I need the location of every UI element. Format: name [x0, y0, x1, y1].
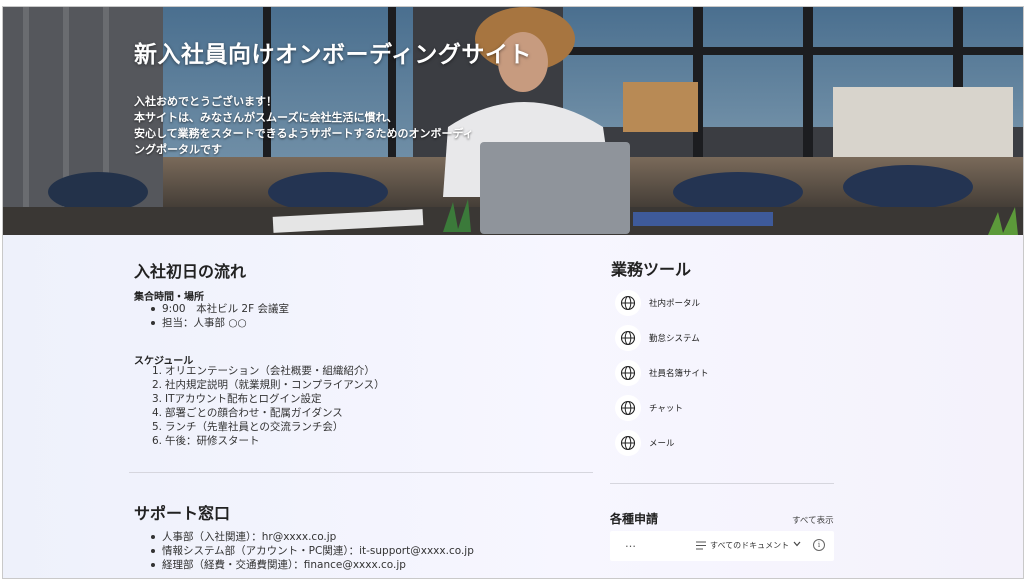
hero-banner: 新入社員向けオンボーディングサイト 入社おめでとうございます！ 本サイトは、みな…	[3, 7, 1023, 235]
list-item: 6. 午後：研修スタート	[152, 435, 260, 447]
section-divider	[129, 472, 593, 473]
page-frame: 新入社員向けオンボーディングサイト 入社おめでとうございます！ 本サイトは、みな…	[2, 6, 1024, 579]
filter-lines-icon	[696, 541, 706, 550]
globe-icon	[615, 360, 641, 386]
tool-link-attendance[interactable]: 勤怠システム	[615, 325, 700, 351]
schedule-list: 1. オリエンテーション（会社概要・組織紹介） 2. 社内規定説明（就業規則・コンプ…	[152, 364, 385, 448]
hero-description-line: 入社おめでとうございます！	[134, 95, 277, 108]
meeting-label: 集合時間・場所	[134, 292, 204, 303]
globe-icon	[615, 290, 641, 316]
list-item: 担当：人事部 ○○	[148, 316, 289, 330]
list-item: 2. 社内規定説明（就業規則・コンプライアンス）	[152, 379, 385, 391]
show-all-link[interactable]: すべて表示	[792, 514, 834, 526]
list-item: 4. 部署ごとの顔合わせ・配属ガイダンス	[152, 407, 343, 419]
more-options-button[interactable]: …	[625, 537, 636, 550]
globe-icon	[615, 430, 641, 456]
document-toolbar: … すべてのドキュメント i	[610, 531, 834, 561]
tool-link-directory[interactable]: 社員名簿サイト	[615, 360, 709, 386]
chevron-down-icon[interactable]	[793, 541, 801, 547]
hero-description: 入社おめでとうございます！ 本サイトは、みなさんがスムーズに会社生活に慣れ、 安…	[134, 94, 474, 158]
hero-description-line: ングポータルです	[134, 143, 222, 156]
tool-link-mail[interactable]: メール	[615, 430, 675, 456]
tools-heading: 業務ツール	[611, 260, 692, 279]
support-contact-list: 人事部（入社関連）：hr@xxxx.co.jp 情報システム部（アカウント・PC…	[148, 530, 474, 572]
contact-item: 情報システム部（アカウント・PC関連）：it-support@xxxx.co.j…	[148, 544, 474, 558]
hero-description-line: 本サイトは、みなさんがスムーズに会社生活に慣れ、	[134, 111, 398, 124]
tool-label: チャット	[649, 404, 683, 414]
globe-icon	[615, 395, 641, 421]
globe-icon	[615, 325, 641, 351]
tool-label: メール	[649, 439, 675, 449]
tool-link-portal[interactable]: 社内ポータル	[615, 290, 700, 316]
first-day-heading: 入社初日の流れ	[134, 262, 247, 281]
right-divider	[610, 483, 834, 484]
contact-item: 人事部（入社関連）：hr@xxxx.co.jp	[148, 530, 474, 544]
list-item: 3. ITアカウント配布とログイン設定	[152, 393, 322, 405]
list-item: 9:00 本社ビル 2F 会議室	[148, 302, 289, 316]
forms-heading: 各種申請	[610, 512, 659, 526]
tool-link-chat[interactable]: チャット	[615, 395, 683, 421]
hero-description-line: 安心して業務をスタートできるようサポートするためのオンボーディ	[134, 127, 474, 140]
document-filter-dropdown[interactable]: すべてのドキュメント	[710, 540, 789, 551]
list-item: 5. ランチ（先輩社員との交流ランチ会）	[152, 421, 344, 433]
support-heading: サポート窓口	[134, 504, 231, 523]
hr-email-link[interactable]: hr@xxxx.co.jp	[262, 531, 337, 543]
contact-item: 経理部（経費・交通費関連）：finance@xxxx.co.jp	[148, 558, 474, 572]
list-item: 1. オリエンテーション（会社概要・組織紹介）	[152, 365, 375, 377]
it-support-email-link[interactable]: it-support@xxxx.co.jp	[359, 545, 474, 557]
finance-email-link[interactable]: finance@xxxx.co.jp	[304, 559, 406, 571]
page-title: 新入社員向けオンボーディングサイト	[134, 42, 532, 68]
info-icon[interactable]: i	[813, 539, 825, 551]
tool-label: 社員名簿サイト	[649, 369, 709, 379]
tool-label: 勤怠システム	[649, 334, 700, 344]
tool-label: 社内ポータル	[649, 299, 701, 309]
meeting-list: 9:00 本社ビル 2F 会議室 担当：人事部 ○○	[148, 302, 289, 330]
